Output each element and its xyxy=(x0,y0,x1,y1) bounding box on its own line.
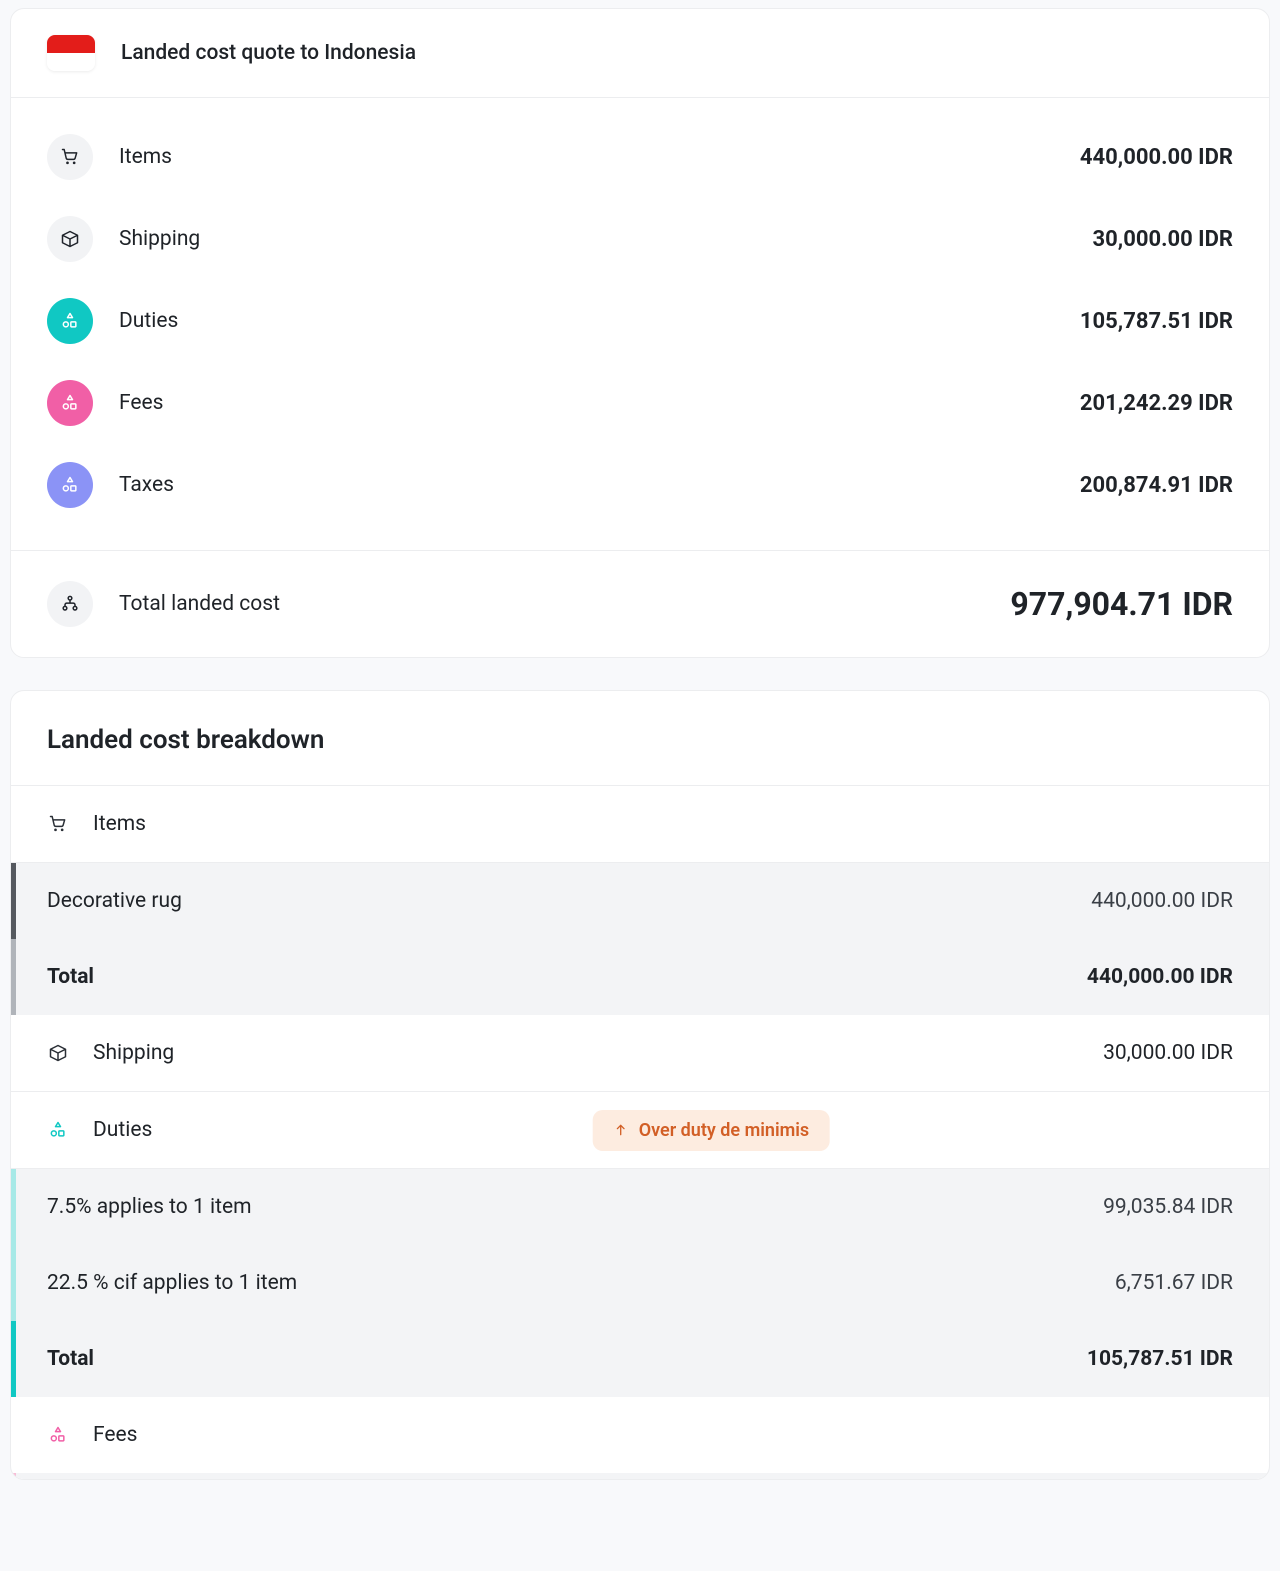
summary-value: 440,000.00 IDR xyxy=(1080,145,1233,170)
duty-value: 6,751.67 IDR xyxy=(1115,1271,1233,1295)
summary-label: Taxes xyxy=(119,473,1080,497)
tree-icon xyxy=(47,581,93,627)
total-label: Total landed cost xyxy=(119,592,1010,616)
quote-rows: Items 440,000.00 IDR Shipping 30,000.00 … xyxy=(11,98,1269,550)
total-value: 105,787.51 IDR xyxy=(1087,1347,1233,1371)
quote-summary-card: Landed cost quote to Indonesia Items 440… xyxy=(10,8,1270,658)
indonesia-flag-icon xyxy=(47,35,95,71)
total-label: Total xyxy=(47,1347,1087,1371)
summary-label: Shipping xyxy=(119,227,1093,251)
total-label: Total xyxy=(47,965,1087,989)
section-value: 30,000.00 IDR xyxy=(1103,1041,1233,1065)
summary-row-items: Items 440,000.00 IDR xyxy=(47,116,1233,198)
shapes-icon xyxy=(47,298,93,344)
cart-icon xyxy=(47,134,93,180)
breakdown-items-total: Total 440,000.00 IDR xyxy=(11,939,1269,1015)
quote-header: Landed cost quote to Indonesia xyxy=(11,9,1269,98)
breakdown-shipping-row[interactable]: Shipping 30,000.00 IDR xyxy=(11,1015,1269,1092)
breakdown-duty-row: 7.5% applies to 1 item 99,035.84 IDR xyxy=(11,1169,1269,1245)
total-value: 440,000.00 IDR xyxy=(1087,965,1233,989)
summary-row-taxes: Taxes 200,874.91 IDR xyxy=(47,444,1233,526)
quote-title: Landed cost quote to Indonesia xyxy=(121,41,416,65)
breakdown-items-header[interactable]: Items xyxy=(11,786,1269,863)
shapes-icon xyxy=(47,1424,69,1446)
summary-label: Fees xyxy=(119,391,1080,415)
breakdown-duty-row: 22.5 % cif applies to 1 item 6,751.67 ID… xyxy=(11,1245,1269,1321)
shapes-icon xyxy=(47,1119,69,1141)
summary-label: Items xyxy=(119,145,1080,169)
breakdown-items-row: Decorative rug 440,000.00 IDR xyxy=(11,863,1269,939)
breakdown-duties-total: Total 105,787.51 IDR xyxy=(11,1321,1269,1397)
breakdown-card: Landed cost breakdown Items Decorative r… xyxy=(10,690,1270,1480)
breakdown-header: Landed cost breakdown xyxy=(11,691,1269,786)
quote-total-row: Total landed cost 977,904.71 IDR xyxy=(11,550,1269,657)
duty-value: 99,035.84 IDR xyxy=(1103,1195,1233,1219)
shapes-icon xyxy=(47,462,93,508)
section-label: Fees xyxy=(93,1423,138,1447)
section-label: Duties xyxy=(93,1118,152,1142)
badge-text: Over duty de minimis xyxy=(639,1120,810,1141)
summary-label: Duties xyxy=(119,309,1080,333)
summary-row-duties: Duties 105,787.51 IDR xyxy=(47,280,1233,362)
breakdown-title: Landed cost breakdown xyxy=(47,725,1233,755)
summary-value: 30,000.00 IDR xyxy=(1093,227,1233,252)
box-icon xyxy=(47,1042,69,1064)
duty-desc: 22.5 % cif applies to 1 item xyxy=(47,1271,1115,1295)
item-value: 440,000.00 IDR xyxy=(1091,889,1233,913)
summary-value: 201,242.29 IDR xyxy=(1080,391,1233,416)
total-value: 977,904.71 IDR xyxy=(1010,585,1233,623)
shapes-icon xyxy=(47,380,93,426)
breakdown-duties-header[interactable]: Duties Over duty de minimis xyxy=(11,1092,1269,1169)
summary-value: 200,874.91 IDR xyxy=(1080,473,1233,498)
box-icon xyxy=(47,216,93,262)
summary-row-shipping: Shipping 30,000.00 IDR xyxy=(47,198,1233,280)
arrow-up-icon xyxy=(613,1122,629,1138)
de-minimis-badge: Over duty de minimis xyxy=(593,1110,830,1151)
summary-row-fees: Fees 201,242.29 IDR xyxy=(47,362,1233,444)
cart-icon xyxy=(47,813,69,835)
section-label: Items xyxy=(93,812,146,836)
section-label: Shipping xyxy=(93,1041,174,1065)
duty-desc: 7.5% applies to 1 item xyxy=(47,1195,1103,1219)
summary-value: 105,787.51 IDR xyxy=(1080,309,1233,334)
item-name: Decorative rug xyxy=(47,889,1091,913)
breakdown-fees-stripe xyxy=(11,1473,1269,1479)
breakdown-fees-header[interactable]: Fees xyxy=(11,1397,1269,1473)
